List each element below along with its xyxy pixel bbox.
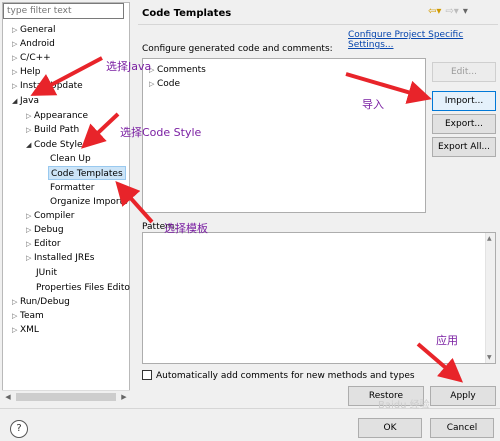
arrow-to-import: [345, 72, 432, 104]
annotation-select-java: 选择Java: [106, 60, 152, 73]
arrow-to-apply: [416, 342, 464, 383]
annotation-import: 导入: [362, 98, 384, 111]
arrow-to-java: [30, 56, 103, 96]
annotation-select-code-style: 选择Code Style: [120, 126, 202, 139]
annotation-apply: 应用: [436, 334, 458, 347]
watermark: Baidu 经验: [378, 400, 430, 411]
arrow-to-template: [115, 181, 154, 224]
annotation-select-template: 选择模板: [164, 222, 208, 235]
arrow-to-code-style: [81, 112, 120, 149]
annotation-arrows: [30, 56, 464, 383]
